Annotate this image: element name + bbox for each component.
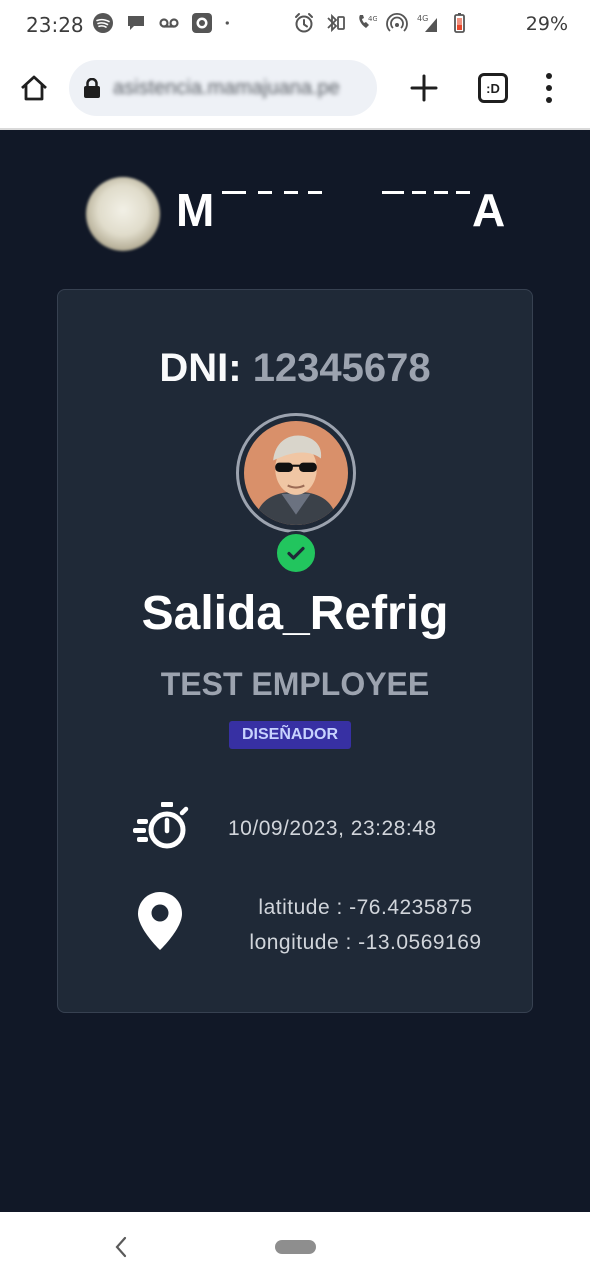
- employee-name: TEST EMPLOYEE: [160, 666, 430, 702]
- location-pin-icon: [138, 892, 182, 950]
- address-bar[interactable]: asistencia.mamajuana.pe: [69, 60, 377, 116]
- attendance-card: DNI: 12345678 Salida_Refrig TEST EMPLOYE…: [57, 289, 533, 1013]
- dni-value: 12345678: [252, 346, 431, 390]
- brand-redaction: [222, 180, 472, 240]
- status-bar: 23:28 4G 4G 29%: [0, 0, 590, 50]
- redaction-dash: [284, 191, 298, 194]
- redaction-dash: [222, 191, 246, 194]
- dni-line: DNI: 12345678: [58, 346, 532, 391]
- voicemail-icon: [159, 18, 179, 28]
- signal-4g-icon: 4G: [417, 14, 437, 32]
- wifi-calling-icon: 4G: [359, 15, 377, 28]
- tab-switcher-button[interactable]: :D: [478, 73, 508, 103]
- dni-label: DNI:: [159, 346, 242, 390]
- battery-percent: 29%: [525, 13, 568, 35]
- bluetooth-vibrate-icon: [327, 13, 345, 33]
- more-menu-icon[interactable]: [538, 70, 560, 106]
- browser-toolbar: asistencia.mamajuana.pe :D: [0, 50, 590, 130]
- stopwatch-icon: [133, 802, 189, 849]
- spotify-icon: [93, 13, 113, 33]
- url-text[interactable]: asistencia.mamajuana.pe: [113, 77, 340, 100]
- hotspot-icon: [386, 12, 408, 32]
- svg-text:4G: 4G: [417, 14, 428, 23]
- svg-text:4G: 4G: [368, 15, 377, 23]
- status-time: 23:28: [26, 13, 84, 37]
- chat-icon: [128, 16, 144, 30]
- system-icons: 4G 4G: [293, 12, 470, 34]
- brand-initial: M: [176, 184, 216, 236]
- alarm-icon: [295, 13, 313, 33]
- back-icon[interactable]: [110, 1234, 132, 1260]
- system-nav-bar: [0, 1212, 590, 1280]
- redaction-dash: [412, 191, 426, 194]
- avatar-photo: [244, 421, 348, 525]
- latitude: latitude : -76.4235875: [258, 896, 473, 919]
- timestamp: 10/09/2023, 23:28:48: [228, 817, 437, 840]
- home-icon[interactable]: [18, 72, 50, 104]
- battery-icon: [454, 13, 465, 33]
- person-photo-icon: [244, 421, 348, 525]
- event-type: Salida_Refrig: [141, 587, 449, 640]
- longitude: longitude : -13.0569169: [249, 931, 482, 954]
- redaction-dash: [258, 191, 272, 194]
- redaction-dash: [456, 191, 470, 194]
- notification-icons: [92, 12, 236, 34]
- redaction-dash: [382, 191, 404, 194]
- dot-icon: [225, 21, 229, 25]
- avatar: [236, 413, 356, 533]
- redaction-dash: [308, 191, 322, 194]
- verified-check-icon: [274, 531, 318, 575]
- redaction-dash: [434, 191, 448, 194]
- role-badge: DISEÑADOR: [229, 721, 351, 749]
- brand-logo: [86, 177, 160, 251]
- app-icon: [192, 13, 212, 33]
- home-pill[interactable]: [275, 1240, 316, 1254]
- new-tab-icon[interactable]: [408, 72, 440, 104]
- brand-final: A: [472, 184, 507, 236]
- coordinates: latitude : -76.4235875 longitude : -13.0…: [223, 890, 508, 960]
- lock-icon: [84, 78, 100, 98]
